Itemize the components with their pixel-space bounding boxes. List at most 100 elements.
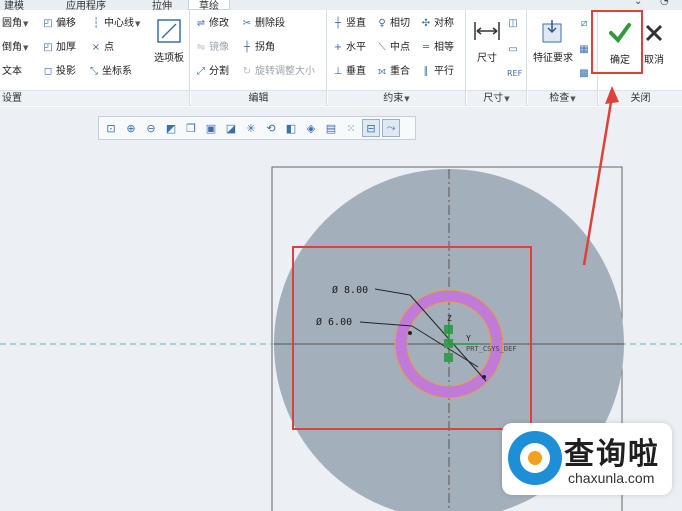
mirror-button[interactable]: ⇋ 镜像 <box>195 40 229 56</box>
modify-icon: ⇌ <box>196 18 206 29</box>
offset-button[interactable]: ◰ 偏移 <box>42 16 76 32</box>
divide-button[interactable]: ⤢ 分割 <box>195 64 229 80</box>
centerline-button[interactable]: ┆ 中心线▼ <box>90 16 140 32</box>
delete-segment-button[interactable]: ✂ 删除段 <box>241 16 285 32</box>
tab-model[interactable]: 建模 <box>0 0 34 10</box>
delete-segment-icon: ✂ <box>242 18 252 29</box>
spin-center-icon[interactable]: ⟲ <box>262 119 280 137</box>
group-dimension: 尺寸 ◫ ▭ REF 尺寸▼ <box>467 10 527 106</box>
project-button[interactable]: ◻ 投影 <box>42 64 76 80</box>
ok-button-highlight <box>591 10 643 74</box>
vertical-icon: ┼ <box>334 18 342 29</box>
dimension-button[interactable]: 尺寸 <box>469 16 505 64</box>
annotation-display-icon[interactable]: ◧ <box>282 119 300 137</box>
midpoint-icon: ⟍ <box>378 42 386 53</box>
csys-display-icon[interactable]: ◈ <box>302 119 320 137</box>
feature-requirements-button[interactable]: 特征要求 <box>530 16 576 64</box>
thicken-icon: ◰ <box>43 42 53 53</box>
point-icon: × <box>91 42 101 53</box>
graphics-toolbar: ⊡ ⊕ ⊖ ◩ ❐ ▣ ◪ ✳ ⟲ ◧ ◈ ▤ ⁙ ⊟ ⤳ <box>98 116 416 140</box>
tab-sketch[interactable]: 草绘 <box>188 0 230 10</box>
rotate-resize-button[interactable]: ↻ 旋转调整大小 <box>241 64 315 80</box>
symmetric-icon: ✣ <box>421 18 431 29</box>
dimension-icon <box>472 16 502 46</box>
watermark-title: 查询啦 <box>564 437 660 472</box>
highlight-open-icon[interactable]: ▦ <box>578 42 592 58</box>
parallel-constraint-button[interactable]: ∥ 平行 <box>420 64 455 80</box>
group-dimension-title[interactable]: 尺寸▼ <box>467 90 526 106</box>
perpendicular-icon: ⊥ <box>333 66 343 77</box>
feature-requirements-icon <box>538 16 568 46</box>
group-inspect: 特征要求 ⧄ ▦ ▩ 检查▼ <box>528 10 598 106</box>
shade-closed-icon[interactable]: ▩ <box>578 66 592 82</box>
rotate-resize-icon: ↻ <box>242 66 252 77</box>
perpendicular-constraint-button[interactable]: ⊥ 垂直 <box>332 64 366 80</box>
horizontal-icon: + <box>333 42 343 53</box>
group-close-title: 关闭 <box>599 90 682 106</box>
point-display-icon[interactable]: ⁙ <box>342 119 360 137</box>
coordinate-system-button[interactable]: ⤡ 坐标系 <box>88 64 132 80</box>
tab-applications[interactable]: 应用程序 <box>56 0 116 10</box>
mirror-icon: ⇋ <box>196 42 206 53</box>
ribbon-tab-bar: 建模 应用程序 拉伸 草绘 ⌄ ◔ <box>0 0 682 10</box>
group-operations: 圆角▼ ◰ 偏移 ┆ 中心线▼ 倒角▼ ◰ 加厚 × 点 文本 ◻ 投影 ⤡ 坐标系 选项板… <box>0 10 190 106</box>
text-button[interactable]: 文本 <box>2 64 22 80</box>
watermark: 查询啦 chaxunla.com <box>502 423 672 495</box>
chamfer-button[interactable]: 倒角▼ <box>2 40 28 56</box>
divide-icon: ⤢ <box>197 66 205 77</box>
corner-button[interactable]: ┼ 拐角 <box>241 40 275 56</box>
overlap-icon[interactable]: ⧄ <box>578 16 592 32</box>
group-constraints: ┼ 竖直 ♀ 相切 ✣ 对称 + 水平 ⟍ 中点 ═ 相等 ⊥ 垂直 ⟗ 重合 ∥ 平行 约束▼ <box>328 10 466 106</box>
centerline-icon: ┆ <box>92 18 100 29</box>
fillet-button[interactable]: 圆角▼ <box>2 16 28 32</box>
group-edit-title: 编辑 <box>191 90 326 106</box>
midpoint-constraint-button[interactable]: ⟍ 中点 <box>376 40 411 56</box>
modify-button[interactable]: ⇌ 修改 <box>195 16 229 32</box>
saved-views-icon[interactable]: ▣ <box>202 119 220 137</box>
ref-icon[interactable]: REF <box>507 66 522 82</box>
offset-icon: ◰ <box>43 18 53 29</box>
sketch-highlight-box <box>292 246 532 430</box>
equal-constraint-button[interactable]: ═ 相等 <box>420 40 454 56</box>
ribbon: 圆角▼ ◰ 偏移 ┆ 中心线▼ 倒角▼ ◰ 加厚 × 点 文本 ◻ 投影 ⤡ 坐标系 选项板… <box>0 10 682 106</box>
baseline-icon[interactable]: ▭ <box>507 42 521 58</box>
palette-button[interactable]: 选项板 <box>150 16 188 64</box>
corner-icon: ┼ <box>243 42 251 53</box>
equal-icon: ═ <box>422 42 430 53</box>
refit-icon[interactable]: ⊡ <box>102 119 120 137</box>
datum-display-icon[interactable]: ✳ <box>242 119 260 137</box>
group-edit: ⇌ 修改 ✂ 删除段 ⇋ 镜像 ┼ 拐角 ⤢ 分割 ↻ 旋转调整大小 编辑 <box>191 10 327 106</box>
help-icon[interactable]: ◔ <box>660 0 669 7</box>
point-button[interactable]: × 点 <box>90 40 114 56</box>
project-icon: ◻ <box>43 66 53 77</box>
zoom-out-icon[interactable]: ⊖ <box>142 119 160 137</box>
reference-dim-icon[interactable]: ◫ <box>507 16 521 32</box>
watermark-logo-icon <box>508 431 562 485</box>
view-manager-icon[interactable]: ◪ <box>222 119 240 137</box>
watermark-url: chaxunla.com <box>568 470 655 486</box>
tab-extrude[interactable]: 拉伸 <box>142 0 182 10</box>
thicken-button[interactable]: ◰ 加厚 <box>42 40 76 56</box>
plane-display-icon[interactable]: ▤ <box>322 119 340 137</box>
minimize-icon[interactable]: ⌄ <box>634 0 642 7</box>
tangent-icon: ♀ <box>378 18 386 29</box>
vertical-constraint-button[interactable]: ┼ 竖直 <box>332 16 366 32</box>
group-inspect-title[interactable]: 检查▼ <box>528 90 597 106</box>
palette-icon <box>154 16 184 46</box>
symmetric-constraint-button[interactable]: ✣ 对称 <box>420 16 454 32</box>
cancel-button[interactable]: 取消 <box>639 18 669 66</box>
group-operations-title: 设置 <box>0 90 189 106</box>
parallel-icon: ∥ <box>423 66 429 77</box>
close-icon <box>639 18 669 48</box>
sketch-display-icon[interactable]: ⤳ <box>382 119 400 137</box>
repaint-icon[interactable]: ◩ <box>162 119 180 137</box>
tangent-constraint-button[interactable]: ♀ 相切 <box>376 16 410 32</box>
sketch-view-icon[interactable]: ⊟ <box>362 119 380 137</box>
coincident-constraint-button[interactable]: ⟗ 重合 <box>376 64 410 80</box>
zoom-in-icon[interactable]: ⊕ <box>122 119 140 137</box>
group-constraints-title[interactable]: 约束▼ <box>328 90 465 106</box>
coordinate-system-icon: ⤡ <box>90 66 98 77</box>
horizontal-constraint-button[interactable]: + 水平 <box>332 40 366 56</box>
display-style-icon[interactable]: ❐ <box>182 119 200 137</box>
coincident-icon: ⟗ <box>377 66 387 77</box>
